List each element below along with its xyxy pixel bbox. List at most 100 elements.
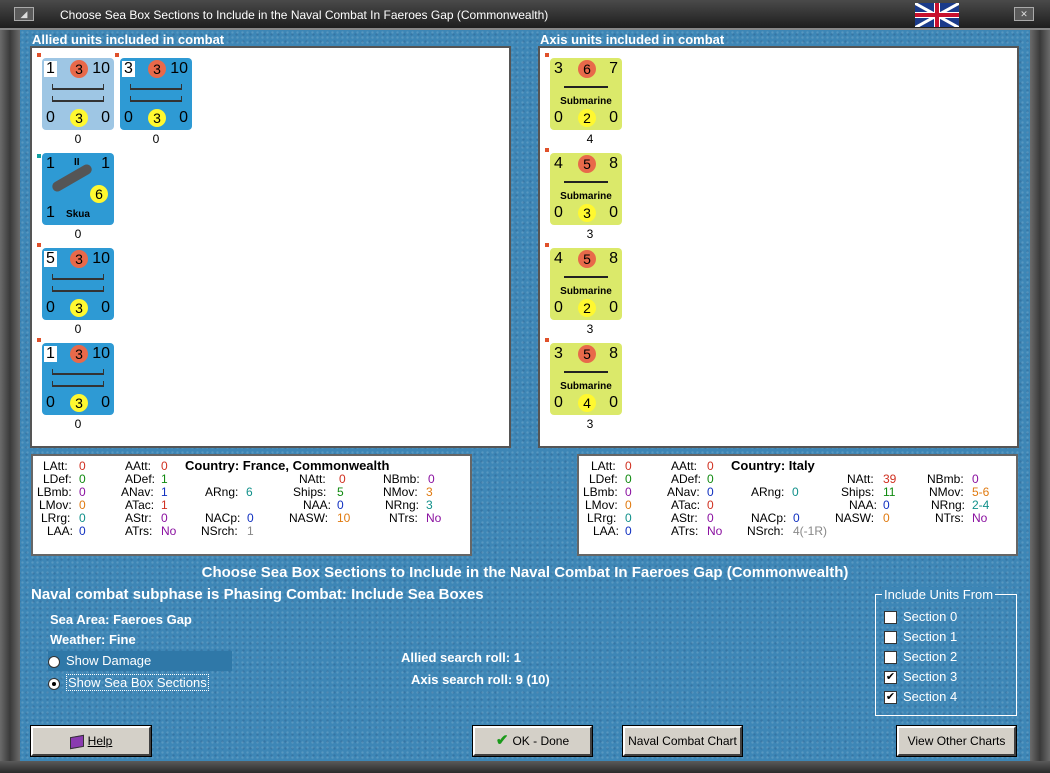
unit-status-icon <box>544 52 550 58</box>
show-damage-radio[interactable]: Show Damage <box>48 651 232 671</box>
checkmark-icon: ✔ <box>495 732 509 749</box>
unit-br: 0 <box>179 109 188 126</box>
stat-atrs-label: ATrs: <box>125 524 153 538</box>
unit-bl: 0 <box>554 204 563 221</box>
naval-unit-counter[interactable]: 5 3 10 0 3 0 <box>36 242 114 320</box>
unit-status-icon <box>544 147 550 153</box>
submarine-unit-counter[interactable]: 3 6 7 Submarine 0 2 0 <box>544 52 622 130</box>
stat-aatt-value: 0 <box>707 459 714 473</box>
stat-ldef-label: LDef: <box>589 472 618 486</box>
stat-nacp-value: 0 <box>247 511 254 525</box>
unit-tl: 3 <box>554 60 563 77</box>
stat-latt-value: 0 <box>79 459 86 473</box>
stat-nmov-label: NMov: <box>929 485 964 499</box>
naval-unit-counter[interactable]: 1 3 10 0 3 0 <box>36 337 114 415</box>
stat-lmov-value: 0 <box>79 498 86 512</box>
stat-nacp-label: NACp: <box>751 511 787 525</box>
stat-ntrs-value: No <box>426 511 442 525</box>
section-label: Section 2 <box>903 649 958 664</box>
view-other-charts-button[interactable]: View Other Charts <box>896 725 1017 757</box>
unit-tm: 5 <box>578 345 596 363</box>
ok-done-button[interactable]: ✔ OK - Done <box>472 725 593 757</box>
unit-tl: 4 <box>554 155 563 172</box>
ship-icon <box>52 96 104 102</box>
unit-tm: 5 <box>578 250 596 268</box>
stat-ships-value: 11 <box>883 485 896 499</box>
main-heading: Choose Sea Box Sections to Include in th… <box>201 564 849 581</box>
section-1-checkbox[interactable]: Section 1 <box>884 629 957 645</box>
axis-country: Country: Italy <box>731 458 815 473</box>
show-sections-radio[interactable]: Show Sea Box Sections <box>48 673 209 693</box>
stat-anav-label: ANav: <box>121 485 154 499</box>
unit-tr: 10 <box>170 60 188 77</box>
allied-units-panel[interactable]: 1 3 10 0 3 00 3 3 10 0 3 00 1 II 1 6 1 S… <box>30 46 511 448</box>
allied-stats-panel: LAtt: 0 AAtt: 0 Country: France, Commonwea… <box>31 454 472 556</box>
naval-unit-counter[interactable]: 1 3 10 0 3 0 <box>36 52 114 130</box>
stat-ldef-value: 0 <box>79 472 86 486</box>
submarine-unit-counter[interactable]: 4 5 8 Submarine 0 2 0 <box>544 242 622 320</box>
stat-natt-label: NAtt: <box>299 472 326 486</box>
air-unit-counter[interactable]: 1 II 1 6 1 Skua <box>36 153 114 225</box>
section-label: Section 3 <box>903 669 958 684</box>
section-4-checkbox[interactable]: ✔ Section 4 <box>884 689 957 705</box>
ship-icon <box>52 369 104 375</box>
unit-tr: 7 <box>609 60 618 77</box>
unit-bl: 0 <box>554 109 563 126</box>
ship-icon <box>130 84 182 90</box>
unit-br: 0 <box>101 299 110 316</box>
axis-units-panel[interactable]: 3 6 7 Submarine 0 2 0 4 4 5 8 Submarine 0… <box>538 46 1019 448</box>
stat-nacp-label: NACp: <box>205 511 241 525</box>
unit-bm: 6 <box>90 185 108 203</box>
submarine-unit-counter[interactable]: 4 5 8 Submarine 0 3 0 <box>544 147 622 225</box>
unit-bl: 0 <box>554 394 563 411</box>
section-3-checkbox[interactable]: ✔ Section 3 <box>884 669 958 685</box>
system-menu-icon[interactable]: ◢ <box>14 7 34 21</box>
stat-laa-label: LAA: <box>47 524 74 538</box>
stat-natt-label: NAtt: <box>847 472 874 486</box>
weather-text: Weather: Fine <box>50 632 136 647</box>
close-icon[interactable]: ✕ <box>1014 7 1034 21</box>
stat-atac-label: ATac: <box>125 498 155 512</box>
submarine-unit-counter[interactable]: 3 5 8 Submarine 0 4 0 <box>544 337 622 415</box>
stat-ships-value: 5 <box>337 485 344 499</box>
unit-size: II <box>74 157 80 168</box>
left-frame <box>0 30 20 773</box>
stat-latt-label: LAtt: <box>43 459 68 473</box>
allied-heading: Allied units included in combat <box>32 32 225 47</box>
naval-unit-counter[interactable]: 3 3 10 0 3 0 <box>114 52 192 130</box>
stat-ldef-label: LDef: <box>43 472 72 486</box>
unit-tr: 8 <box>609 345 618 362</box>
unit-name: Skua <box>66 209 90 220</box>
stat-astr-value: 0 <box>161 511 168 525</box>
stat-nbmb-value: 0 <box>972 472 979 486</box>
stat-nasw-value: 10 <box>337 511 351 525</box>
unit-count: 0 <box>74 417 82 431</box>
stat-lrrg-label: LRrg: <box>587 511 617 525</box>
help-button[interactable]: Help <box>30 725 152 757</box>
stat-aatt-value: 0 <box>161 459 168 473</box>
stat-naa-value: 0 <box>337 498 344 512</box>
stat-aatt-label: AAtt: <box>671 459 698 473</box>
stat-nsrch-label: NSrch: <box>747 524 784 538</box>
section-2-checkbox[interactable]: Section 2 <box>884 649 958 665</box>
stat-ntrs-label: NTrs: <box>389 511 418 525</box>
unit-name: Submarine <box>560 191 612 202</box>
checkbox-checked-icon: ✔ <box>884 691 897 705</box>
unit-name: Submarine <box>560 96 612 107</box>
unit-status-icon <box>36 242 42 248</box>
stat-natt-value: 0 <box>339 472 346 486</box>
stat-laa-label: LAA: <box>593 524 620 538</box>
stat-ntrs-label: NTrs: <box>935 511 964 525</box>
window-title: Choose Sea Box Sections to Include in th… <box>60 8 549 22</box>
stat-atac-value: 0 <box>707 498 714 512</box>
stat-lbmb-value: 0 <box>79 485 86 499</box>
stat-natt-value: 39 <box>883 472 897 486</box>
naval-combat-chart-button[interactable]: Naval Combat Chart <box>622 725 743 757</box>
unit-status-icon <box>36 153 42 159</box>
unit-tr: 8 <box>609 250 618 267</box>
stat-ships-label: Ships: <box>841 485 875 499</box>
section-0-checkbox[interactable]: Section 0 <box>884 609 957 625</box>
stat-ntrs-value: No <box>972 511 988 525</box>
stat-latt-label: LAtt: <box>591 459 616 473</box>
title-bar: ◢ Choose Sea Box Sections to Include in … <box>0 0 1050 30</box>
